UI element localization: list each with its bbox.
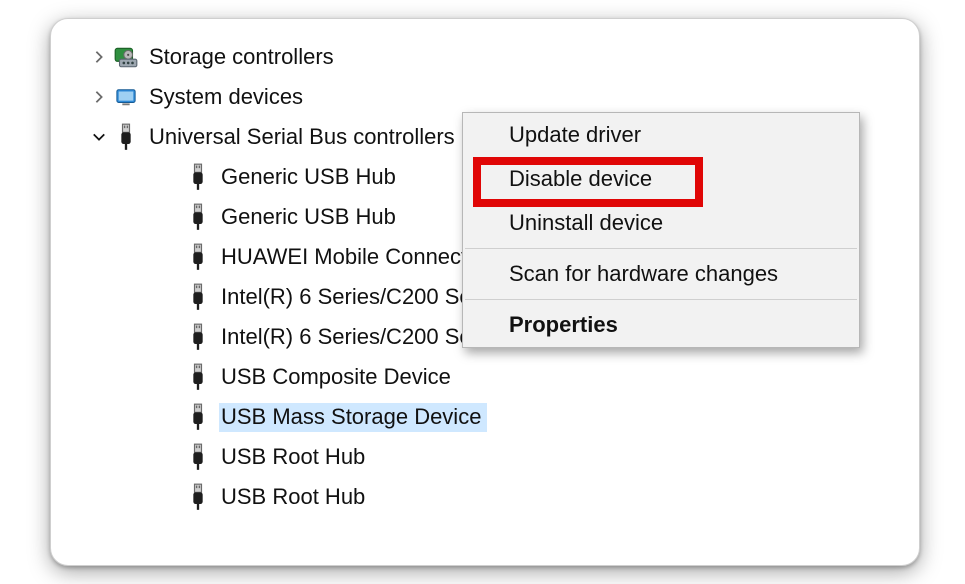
tree-item-label: USB Composite Device (221, 364, 451, 390)
tree-item-usb-root-hub[interactable]: USB Root Hub (51, 477, 919, 517)
chevron-down-icon[interactable] (87, 130, 111, 144)
context-menu: Update driver Disable device Uninstall d… (462, 112, 860, 348)
tree-item-label: USB Root Hub (221, 444, 365, 470)
ctx-item-label: Properties (509, 312, 618, 337)
storage-controllers-icon (111, 42, 141, 72)
ctx-update-driver[interactable]: Update driver (463, 113, 859, 157)
tree-item-label: USB Root Hub (221, 484, 365, 510)
tree-item-label: USB Mass Storage Device (219, 403, 487, 432)
usb-icon (183, 482, 213, 512)
system-devices-icon (111, 82, 141, 112)
ctx-separator (465, 299, 857, 300)
tree-item-label: Intel(R) 6 Series/C200 Ser (221, 324, 479, 350)
ctx-disable-device[interactable]: Disable device (463, 157, 859, 201)
tree-item-storage-controllers[interactable]: Storage controllers (51, 37, 919, 77)
tree-item-label: Universal Serial Bus controllers (149, 124, 455, 150)
chevron-right-icon[interactable] (87, 90, 111, 104)
tree-item-label: Generic USB Hub (221, 164, 396, 190)
usb-icon (183, 202, 213, 232)
usb-icon (183, 442, 213, 472)
tree-item-label: System devices (149, 84, 303, 110)
usb-icon (183, 362, 213, 392)
tree-item-usb-mass-storage-device[interactable]: USB Mass Storage Device (51, 397, 919, 437)
tree-item-system-devices[interactable]: System devices (51, 77, 919, 117)
usb-icon (111, 122, 141, 152)
ctx-scan-hardware-changes[interactable]: Scan for hardware changes (463, 252, 859, 296)
ctx-separator (465, 248, 857, 249)
tree-item-label: Generic USB Hub (221, 204, 396, 230)
tree-item-label: Storage controllers (149, 44, 334, 70)
usb-icon (183, 242, 213, 272)
ctx-uninstall-device[interactable]: Uninstall device (463, 201, 859, 245)
ctx-item-label: Uninstall device (509, 210, 663, 235)
tree-item-usb-composite-device[interactable]: USB Composite Device (51, 357, 919, 397)
usb-icon (183, 282, 213, 312)
ctx-item-label: Update driver (509, 122, 641, 147)
usb-icon (183, 162, 213, 192)
tree-item-usb-root-hub[interactable]: USB Root Hub (51, 437, 919, 477)
tree-item-label: Intel(R) 6 Series/C200 Ser (221, 284, 479, 310)
tree-item-label: HUAWEI Mobile Connect (221, 244, 467, 270)
chevron-right-icon[interactable] (87, 50, 111, 64)
ctx-item-label: Scan for hardware changes (509, 261, 778, 286)
ctx-properties[interactable]: Properties (463, 303, 859, 347)
usb-icon (183, 322, 213, 352)
usb-icon (183, 402, 213, 432)
ctx-item-label: Disable device (509, 166, 652, 191)
